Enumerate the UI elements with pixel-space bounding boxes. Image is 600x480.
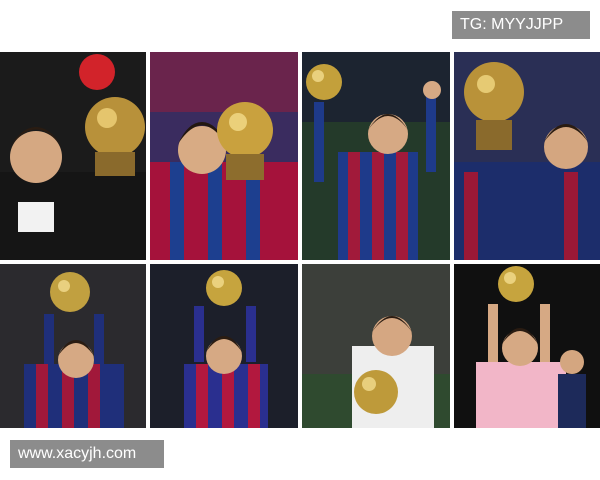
photo-6 — [150, 264, 298, 428]
photo-7 — [302, 264, 450, 428]
watermark-bottom: www.xacyjh.com — [10, 440, 164, 468]
photo-collage — [0, 52, 600, 428]
photo-5 — [0, 264, 146, 428]
watermark-top: TG: MYYJJPP — [452, 11, 590, 39]
photo-2 — [150, 52, 298, 260]
photo-3 — [302, 52, 450, 260]
photo-1 — [0, 52, 146, 260]
photo-4 — [454, 52, 600, 260]
photo-8 — [454, 264, 600, 428]
